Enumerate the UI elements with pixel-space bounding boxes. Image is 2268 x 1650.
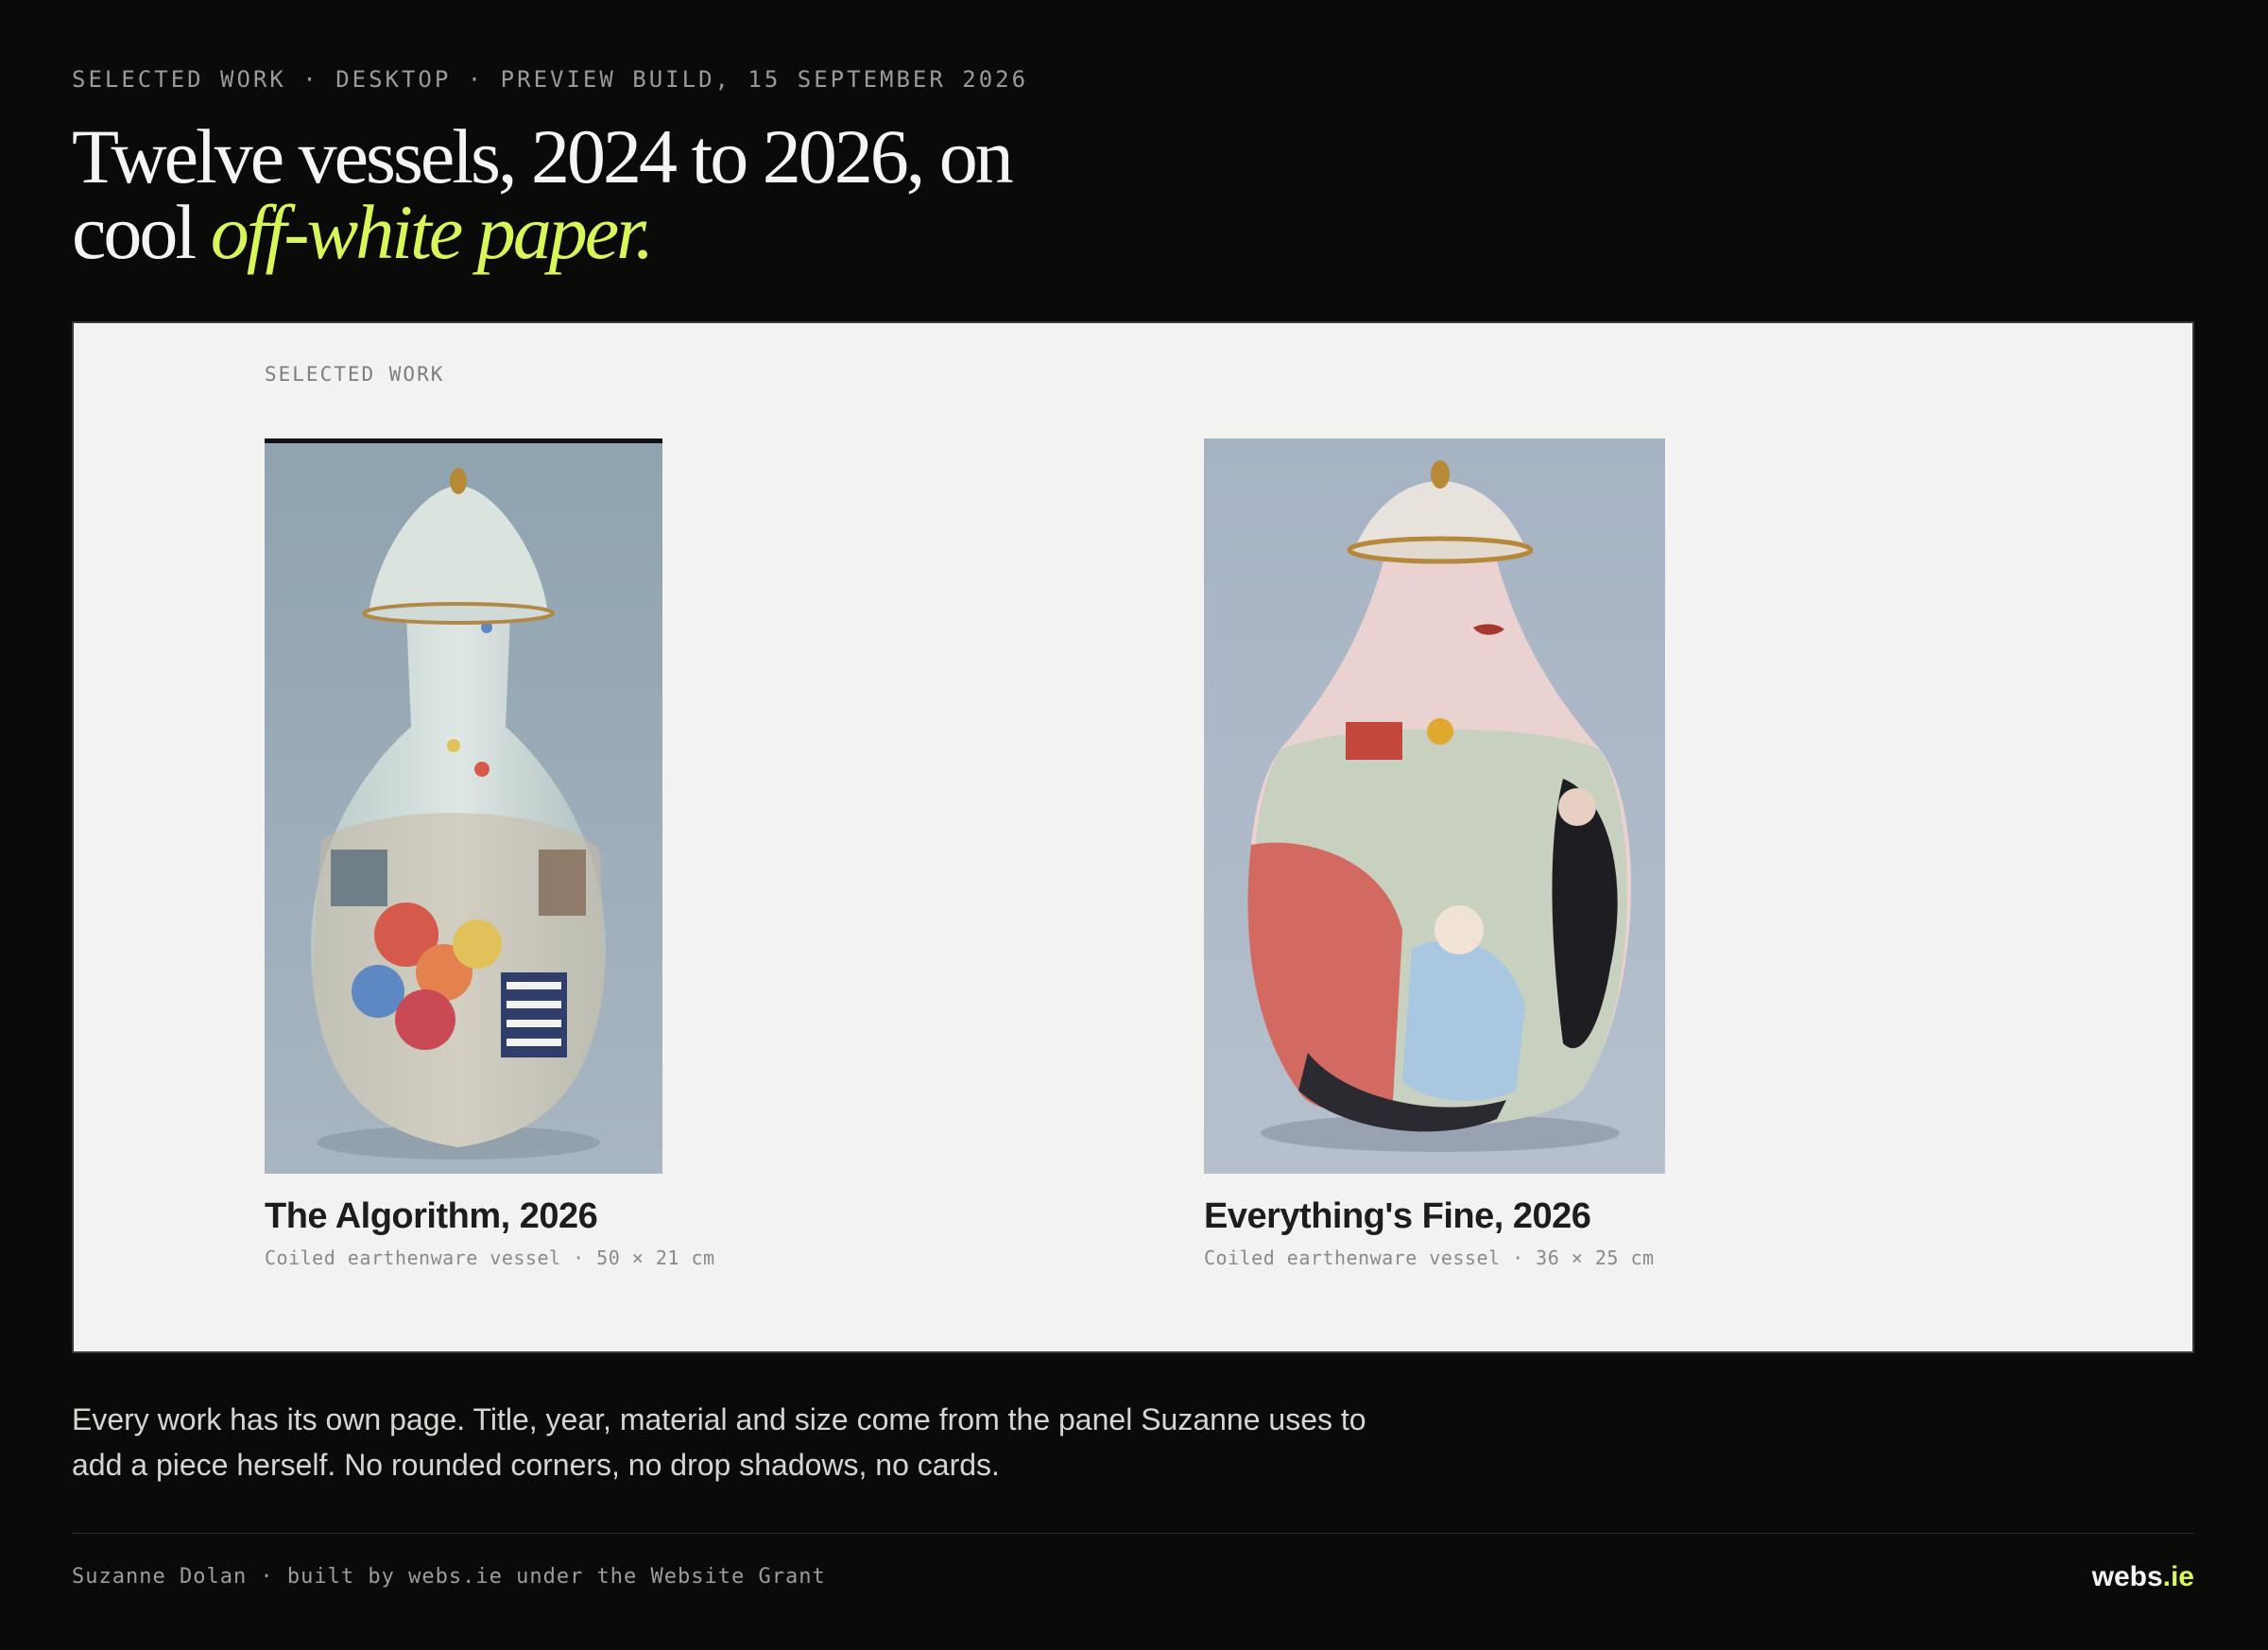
work-title[interactable]: The Algorithm, 2026 <box>265 1196 715 1237</box>
webs-logo[interactable]: webs.ie <box>2092 1561 2194 1593</box>
work-item-the-algorithm[interactable]: The Algorithm, 2026 Coiled earthenware v… <box>265 438 715 1269</box>
work-meta: Coiled earthenware vessel · 36 × 25 cm <box>1204 1246 1655 1269</box>
panel-label: SELECTED WORK <box>265 363 445 386</box>
page-headline: Twelve vessels, 2024 to 2026, on cool of… <box>72 118 1111 271</box>
preview-panel: SELECTED WORK The Algorithm, 2026 Coiled… <box>72 321 2194 1353</box>
description-text: Every work has its own page. Title, year… <box>72 1402 1366 1482</box>
headline-line-2-accent: off-white paper. <box>210 189 655 275</box>
footer-divider <box>72 1533 2194 1534</box>
headline-line-1: Twelve vessels, 2024 to 2026, on <box>72 113 1014 199</box>
work-image-everythings-fine[interactable] <box>1204 438 1665 1174</box>
logo-main: webs <box>2091 1561 2163 1592</box>
work-image-the-algorithm[interactable] <box>265 438 662 1174</box>
footer-credit: Suzanne Dolan · built by webs.ie under t… <box>72 1565 826 1589</box>
headline-line-2-plain: cool <box>72 189 197 275</box>
work-title[interactable]: Everything's Fine, 2026 <box>1204 1196 1665 1237</box>
vase-image <box>265 443 662 1174</box>
vase-image <box>1204 438 1665 1174</box>
work-item-everythings-fine[interactable]: Everything's Fine, 2026 Coiled earthenwa… <box>1204 438 1665 1269</box>
logo-tld: .ie <box>2162 1561 2194 1592</box>
work-meta: Coiled earthenware vessel · 50 × 21 cm <box>265 1246 715 1269</box>
page-kicker: SELECTED WORK · DESKTOP · PREVIEW BUILD,… <box>72 66 1029 93</box>
